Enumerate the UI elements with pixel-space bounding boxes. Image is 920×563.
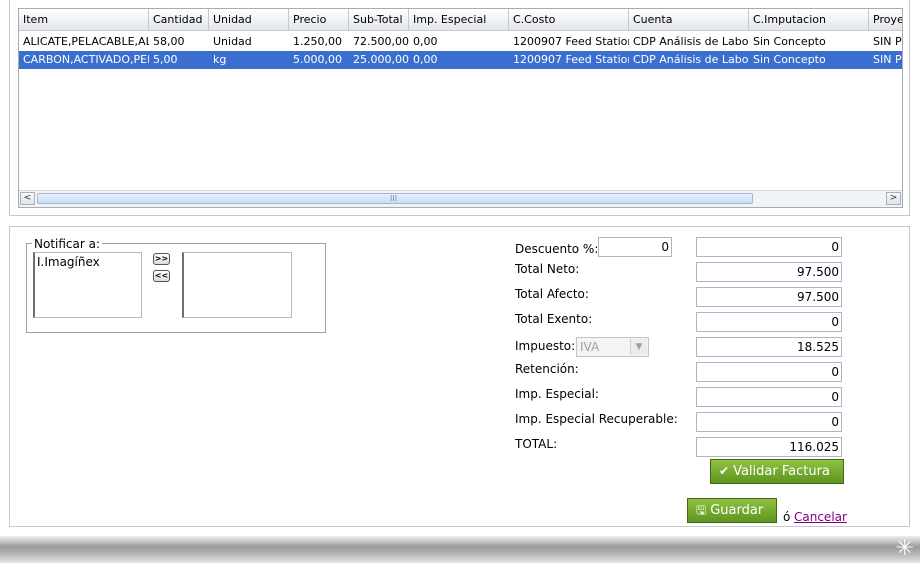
impuesto-label: Impuesto: (515, 339, 576, 353)
col-header-subtotal[interactable]: Sub-Total (349, 9, 409, 30)
cell-subtotal: 25.000,00 (353, 53, 409, 66)
impuesto-select[interactable]: IVA ▼ (576, 337, 649, 357)
total-afecto-label: Total Afecto: (515, 287, 589, 301)
chevron-down-icon[interactable]: ▼ (630, 339, 647, 355)
imp-especial-field[interactable]: 0 (696, 387, 842, 407)
invoice-summary-panel: Notificar a: I.Imagíñex >> << Descuento … (9, 226, 910, 527)
total-afecto-field[interactable]: 97.500 (696, 287, 842, 307)
col-header-cimputacion[interactable]: C.Imputacion (749, 9, 869, 30)
list-item[interactable]: I.Imagíñex (37, 255, 141, 269)
notify-selected-list[interactable] (182, 252, 292, 318)
total-exento-label: Total Exento: (515, 312, 593, 326)
cell-imp-especial: 0,00 (413, 53, 438, 66)
table-row-selected[interactable]: CARBON,ACTIVADO,PEI 5,00 kg 5.000,00 25.… (19, 51, 902, 69)
descuento-pct-input[interactable]: 0 (598, 237, 672, 257)
col-header-proyecto[interactable]: Proyect (869, 9, 902, 30)
cell-imp-especial: 0,00 (413, 35, 438, 48)
cell-proyecto: SIN PRO (873, 53, 902, 66)
grid-header: Item Cantidad Unidad Precio Sub-Total Im… (19, 9, 902, 31)
col-header-cantidad[interactable]: Cantidad (149, 9, 209, 30)
or-text: ó (783, 510, 791, 524)
imp-especial-rec-label: Imp. Especial Recuperable: (515, 412, 678, 426)
notify-available-list[interactable]: I.Imagíñex (33, 252, 142, 318)
impuesto-select-value: IVA (580, 340, 600, 354)
remove-recipient-button[interactable]: << (153, 270, 170, 282)
items-panel: Item Cantidad Unidad Precio Sub-Total Im… (9, 0, 910, 216)
table-row[interactable]: ALICATE,PELACABLE,AL 58,00 Unidad 1.250,… (19, 33, 902, 51)
col-header-imp-especial[interactable]: Imp. Especial (409, 9, 509, 30)
imp-especial-rec-field[interactable]: 0 (696, 412, 842, 432)
col-header-ccosto[interactable]: C.Costo (509, 9, 629, 30)
scrollbar-thumb[interactable]: III (37, 193, 753, 204)
cell-ccosto: 1200907 Feed Station (513, 35, 629, 48)
cell-subtotal: 72.500,00 (353, 35, 409, 48)
descuento-value-input[interactable]: 0 (696, 237, 842, 257)
cell-cantidad: 5,00 (153, 53, 178, 66)
check-icon: ✔ (719, 464, 730, 478)
cell-cuenta: CDP Análisis de Laborato (633, 35, 749, 48)
cell-cuenta: CDP Análisis de Laborato (633, 53, 749, 66)
cell-precio: 1.250,00 (293, 35, 342, 48)
cell-item: CARBON,ACTIVADO,PEI (23, 53, 149, 66)
cell-proyecto: SIN PRO (873, 35, 902, 48)
cell-cimputacion: Sin Concepto (753, 35, 826, 48)
cell-ccosto: 1200907 Feed Station (513, 53, 629, 66)
cell-unidad: kg (213, 53, 227, 66)
footer-bar: ✳ (0, 536, 920, 563)
total-exento-field[interactable]: 0 (696, 312, 842, 332)
col-header-precio[interactable]: Precio (289, 9, 349, 30)
guardar-label: Guardar (710, 503, 764, 518)
cell-precio: 5.000,00 (293, 53, 342, 66)
save-icon: 🖫 (696, 503, 707, 517)
col-header-item[interactable]: Item (19, 9, 149, 30)
total-label: TOTAL: (515, 437, 558, 451)
validar-factura-label: Validar Factura (733, 464, 830, 479)
imp-especial-label: Imp. Especial: (515, 387, 599, 401)
sparkle-icon: ✳ (895, 536, 914, 561)
add-recipient-button[interactable]: >> (153, 253, 170, 265)
items-grid: Item Cantidad Unidad Precio Sub-Total Im… (18, 8, 903, 208)
cell-cimputacion: Sin Concepto (753, 53, 826, 66)
col-header-cuenta[interactable]: Cuenta (629, 9, 749, 30)
cell-cantidad: 58,00 (153, 35, 185, 48)
descuento-label: Descuento %: (515, 242, 599, 256)
impuesto-value-field[interactable]: 18.525 (696, 337, 842, 357)
scroll-grip-icon: III (390, 194, 398, 203)
scroll-right-icon[interactable]: > (886, 192, 901, 205)
notify-legend: Notificar a: (32, 237, 103, 251)
cell-item: ALICATE,PELACABLE,AL (23, 35, 149, 48)
total-neto-label: Total Neto: (515, 262, 580, 276)
validar-factura-button[interactable]: ✔ Validar Factura (710, 459, 844, 484)
col-header-unidad[interactable]: Unidad (209, 9, 289, 30)
cell-unidad: Unidad (213, 35, 252, 48)
total-field[interactable]: 116.025 (696, 437, 842, 457)
retencion-label: Retención: (515, 362, 579, 376)
cancelar-link[interactable]: Cancelar (794, 510, 847, 524)
scroll-left-icon[interactable]: < (20, 192, 35, 205)
horizontal-scrollbar[interactable]: < III > (19, 190, 902, 207)
retencion-field[interactable]: 0 (696, 362, 842, 382)
notify-fieldset: Notificar a: I.Imagíñex >> << (26, 237, 326, 333)
total-neto-field[interactable]: 97.500 (696, 262, 842, 282)
guardar-button[interactable]: 🖫 Guardar (687, 498, 777, 523)
